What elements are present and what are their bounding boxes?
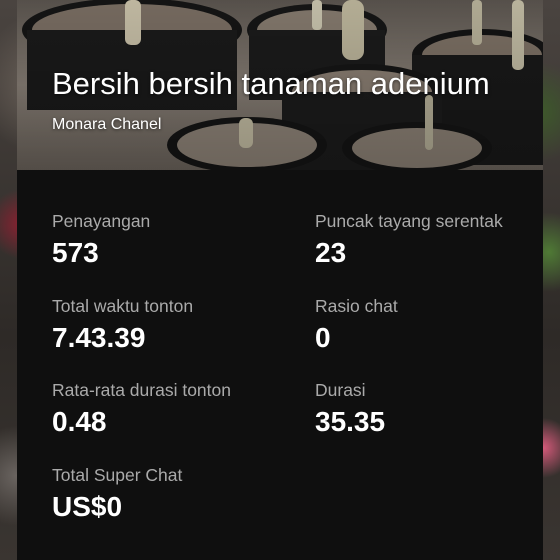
stat-value: US$0	[52, 490, 123, 522]
stat-label: Total Super Chat	[52, 464, 183, 485]
channel-name: Monara Chanel	[52, 116, 162, 133]
stat-super-chat: Total Super Chat US$0	[52, 464, 315, 549]
stat-chat-rate: Rasio chat 0	[315, 295, 532, 380]
stream-stats-card: Bersih bersih tanaman adenium Monara Cha…	[17, 0, 543, 560]
stat-value: 23	[315, 237, 347, 268]
stat-label: Rata-rata durasi tonton	[52, 380, 231, 400]
stats-grid: Penayangan 573 Puncak tayang serentak 23…	[52, 210, 532, 548]
stat-views: Penayangan 573	[52, 210, 315, 295]
video-title: Bersih bersih tanaman adenium	[52, 66, 490, 101]
stat-watch-time: Total waktu tonton 7.43.39	[52, 295, 315, 380]
stat-label: Total waktu tonton	[52, 295, 194, 316]
stat-label: Penayangan	[52, 211, 151, 231]
stat-value: 0.48	[52, 406, 107, 437]
stat-value: 573	[52, 237, 99, 268]
stat-label: Durasi	[315, 380, 366, 400]
stat-value: 35.35	[315, 406, 386, 437]
stat-value: 7.43.39	[52, 321, 146, 353]
stat-label: Puncak tayang serentak	[315, 211, 503, 231]
stat-duration: Durasi 35.35	[315, 379, 532, 464]
stat-value: 0	[315, 321, 331, 353]
stat-peak-concurrent: Puncak tayang serentak 23	[315, 210, 532, 295]
stat-label: Rasio chat	[315, 295, 398, 316]
stat-avg-view-duration: Rata-rata durasi tonton 0.48	[52, 379, 315, 464]
